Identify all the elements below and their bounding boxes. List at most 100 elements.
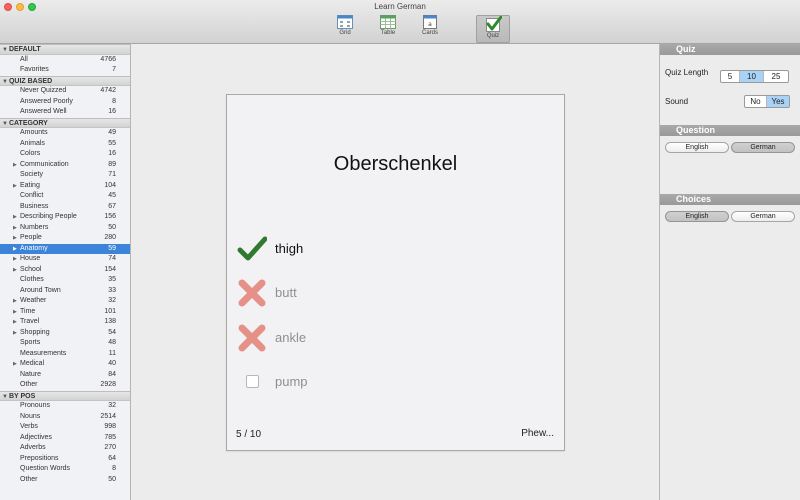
sidebar-item-adjectives[interactable]: Adjectives 785 bbox=[0, 433, 130, 444]
choices-german-button[interactable]: German bbox=[731, 211, 795, 222]
section-header-quiz-based[interactable]: ▼QUIZ BASED bbox=[0, 75, 130, 86]
sidebar-item-label: Animals bbox=[20, 139, 45, 147]
sidebar-item-question-words[interactable]: Question Words 8 bbox=[0, 464, 130, 475]
sidebar-item-count: 49 bbox=[108, 129, 116, 136]
sidebar-item-weather[interactable]: ▶ Weather 32 bbox=[0, 296, 130, 307]
choice-text: butt bbox=[275, 285, 297, 300]
sidebar-item-time[interactable]: ▶ Time 101 bbox=[0, 307, 130, 318]
sidebar-item-all[interactable]: All 4766 bbox=[0, 55, 130, 66]
sidebar-item-label: Anatomy bbox=[20, 244, 48, 252]
expand-triangle-icon[interactable]: ▶ bbox=[13, 244, 17, 255]
sidebar-item-eating[interactable]: ▶ Eating 104 bbox=[0, 181, 130, 192]
sidebar-item-answered-well[interactable]: Answered Well 16 bbox=[0, 107, 130, 118]
sidebar-item-conflict[interactable]: Conflict 45 bbox=[0, 191, 130, 202]
sidebar-item-favorites[interactable]: Favorites 7 bbox=[0, 65, 130, 76]
expand-triangle-icon[interactable]: ▶ bbox=[13, 317, 17, 328]
sidebar-item-communication[interactable]: ▶ Communication 89 bbox=[0, 160, 130, 171]
sidebar-item-colors[interactable]: Colors 16 bbox=[0, 149, 130, 160]
question-english-button[interactable]: English bbox=[665, 142, 729, 153]
sidebar-item-count: 48 bbox=[108, 339, 116, 346]
sidebar-item-count: 16 bbox=[108, 108, 116, 115]
sidebar-item-society[interactable]: Society 71 bbox=[0, 170, 130, 181]
toolbar-grid-button[interactable]: Grid bbox=[328, 15, 362, 43]
sidebar-item-count: 8 bbox=[112, 97, 116, 105]
sidebar-item-around-town[interactable]: Around Town 33 bbox=[0, 286, 130, 297]
quiz-length-option-25[interactable]: 25 bbox=[764, 71, 788, 82]
sidebar-item-answered-poorly[interactable]: Answered Poorly 8 bbox=[0, 97, 130, 108]
expand-triangle-icon[interactable]: ▶ bbox=[13, 160, 17, 171]
disclosure-triangle-icon: ▼ bbox=[2, 78, 8, 85]
sidebar-item-verbs[interactable]: Verbs 998 bbox=[0, 422, 130, 433]
section-header-by-pos[interactable]: ▼BY POS bbox=[0, 390, 130, 401]
question-section-header: Question bbox=[660, 125, 800, 136]
quiz-feedback: Phew... bbox=[521, 428, 554, 439]
sidebar-item-describing-people[interactable]: ▶ Describing People 156 bbox=[0, 212, 130, 223]
sidebar-item-other-pos[interactable]: Other 50 bbox=[0, 475, 130, 486]
sidebar-item-adverbs[interactable]: Adverbs 270 bbox=[0, 443, 130, 454]
sidebar-item-count: 59 bbox=[108, 244, 116, 252]
sidebar-item-label: School bbox=[20, 265, 42, 273]
sound-option-no[interactable]: No bbox=[745, 96, 767, 107]
quiz-length-option-10[interactable]: 10 bbox=[740, 71, 764, 82]
sidebar-item-numbers[interactable]: ▶ Numbers 50 bbox=[0, 223, 130, 234]
expand-triangle-icon[interactable]: ▶ bbox=[13, 265, 17, 276]
section-header-default[interactable]: ▼DEFAULT bbox=[0, 44, 130, 55]
expand-triangle-icon[interactable]: ▶ bbox=[13, 254, 17, 265]
quiz-length-option-5[interactable]: 5 bbox=[721, 71, 740, 82]
sound-option-yes[interactable]: Yes bbox=[767, 96, 789, 107]
sidebar-item-other-category[interactable]: Other 2928 bbox=[0, 380, 130, 391]
sidebar-item-count: 40 bbox=[108, 360, 116, 367]
sidebar-item-sports[interactable]: Sports 48 bbox=[0, 338, 130, 349]
sidebar-item-nouns[interactable]: Nouns 2514 bbox=[0, 412, 130, 423]
disclosure-triangle-icon: ▼ bbox=[2, 120, 8, 127]
sidebar-item-prepositions[interactable]: Prepositions 64 bbox=[0, 454, 130, 465]
expand-triangle-icon[interactable]: ▶ bbox=[13, 233, 17, 244]
sidebar-item-nature[interactable]: Nature 84 bbox=[0, 370, 130, 381]
sidebar-item-business[interactable]: Business 67 bbox=[0, 202, 130, 213]
sidebar-item-label: Sports bbox=[20, 339, 41, 346]
choice-option-3[interactable]: ankle bbox=[237, 323, 437, 353]
question-german-button[interactable]: German bbox=[731, 142, 795, 153]
expand-triangle-icon[interactable]: ▶ bbox=[13, 296, 17, 307]
window-toolbar: Learn German Grid Table a Cards Quiz bbox=[0, 0, 800, 44]
sidebar-item-shopping[interactable]: ▶ Shopping 54 bbox=[0, 328, 130, 339]
expand-triangle-icon[interactable]: ▶ bbox=[13, 181, 17, 192]
sidebar-item-count: 33 bbox=[108, 286, 116, 294]
sidebar-item-label: Eating bbox=[20, 181, 40, 189]
sidebar-item-school[interactable]: ▶ School 154 bbox=[0, 265, 130, 276]
sidebar-item-clothes[interactable]: Clothes 35 bbox=[0, 275, 130, 286]
sidebar-item-amounts[interactable]: Amounts 49 bbox=[0, 128, 130, 139]
sidebar-item-animals[interactable]: Animals 55 bbox=[0, 139, 130, 150]
section-header-category[interactable]: ▼CATEGORY bbox=[0, 117, 130, 128]
choice-option-2[interactable]: butt bbox=[237, 278, 437, 308]
sidebar-item-count: 67 bbox=[108, 202, 116, 210]
sidebar-item-people[interactable]: ▶ People 280 bbox=[0, 233, 130, 244]
sidebar-item-house[interactable]: ▶ House 74 bbox=[0, 254, 130, 265]
sidebar-item-label: Describing People bbox=[20, 213, 77, 220]
expand-triangle-icon[interactable]: ▶ bbox=[13, 212, 17, 223]
toolbar-table-button[interactable]: Table bbox=[371, 15, 405, 43]
sidebar-item-label: Adverbs bbox=[20, 444, 46, 451]
choices-english-button[interactable]: English bbox=[665, 211, 729, 222]
toolbar-table-label: Table bbox=[380, 30, 396, 36]
choice-option-1[interactable]: thigh bbox=[237, 234, 437, 264]
sidebar-item-pronouns[interactable]: Pronouns 32 bbox=[0, 401, 130, 412]
sidebar-item-label: Numbers bbox=[20, 223, 49, 231]
toolbar-quiz-button[interactable]: Quiz bbox=[476, 15, 510, 43]
choice-option-4[interactable]: pump bbox=[237, 367, 437, 397]
sidebar-item-label: Society bbox=[20, 171, 43, 178]
sidebar-item-count: 11 bbox=[108, 349, 116, 357]
sidebar-item-count: 64 bbox=[108, 454, 116, 462]
expand-triangle-icon[interactable]: ▶ bbox=[13, 223, 17, 234]
expand-triangle-icon[interactable]: ▶ bbox=[13, 328, 17, 339]
toolbar-cards-button[interactable]: a Cards bbox=[413, 15, 447, 43]
sidebar-item-travel[interactable]: ▶ Travel 138 bbox=[0, 317, 130, 328]
expand-triangle-icon[interactable]: ▶ bbox=[13, 307, 17, 318]
quiz-length-label: Quiz Length bbox=[665, 68, 709, 77]
sidebar-item-medical[interactable]: ▶ Medical 40 bbox=[0, 359, 130, 370]
sidebar-item-never-quizzed[interactable]: Never Quizzed 4742 bbox=[0, 86, 130, 97]
sidebar-item-anatomy[interactable]: ▶ Anatomy 59 bbox=[0, 243, 130, 255]
expand-triangle-icon[interactable]: ▶ bbox=[13, 359, 17, 370]
sidebar-item-count: 138 bbox=[104, 318, 116, 325]
sidebar-item-measurements[interactable]: Measurements 11 bbox=[0, 349, 130, 360]
